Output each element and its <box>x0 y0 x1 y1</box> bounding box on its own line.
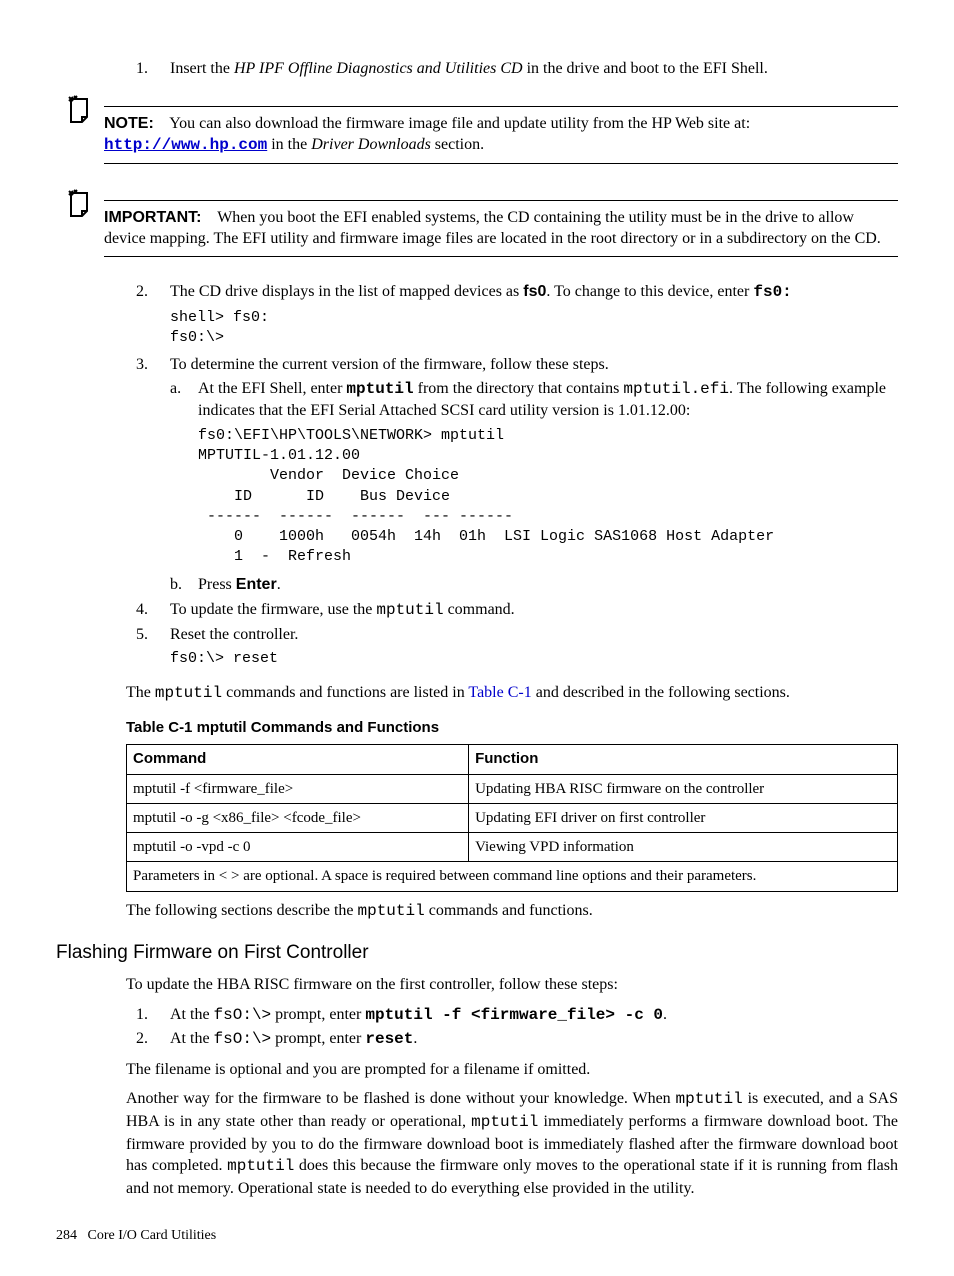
substep-number: b. <box>170 574 198 596</box>
text: fsO:\> <box>214 1030 272 1048</box>
text: mptutil <box>358 902 425 920</box>
text: At the <box>170 1030 214 1047</box>
text: At the EFI Shell, enter <box>198 380 346 397</box>
text: When you boot the EFI enabled systems, t… <box>104 209 881 248</box>
text: mptutil <box>155 684 222 702</box>
text: commands and functions are listed in <box>222 684 468 701</box>
col-function: Function <box>469 745 898 774</box>
step-number: 4. <box>126 599 170 622</box>
text: from the directory that contains <box>414 380 624 397</box>
text: prompt, enter <box>271 1030 365 1047</box>
text: Enter <box>236 576 277 593</box>
note-label: NOTE: <box>104 115 154 132</box>
footer-title: Core I/O Card Utilities <box>88 1228 217 1243</box>
code-block: fs0:\> reset <box>170 649 898 669</box>
substep-number: a. <box>170 378 198 572</box>
after-steps-para: The mptutil commands and functions are l… <box>126 682 898 705</box>
col-command: Command <box>127 745 469 774</box>
commands-table: Command Function mptutil -f <firmware_fi… <box>126 744 898 891</box>
text: fsO:\> <box>214 1006 272 1024</box>
section-heading: Flashing Firmware on First Controller <box>56 940 898 966</box>
table-xref[interactable]: Table C-1 <box>468 684 531 701</box>
text: . <box>663 1006 667 1023</box>
text: Another way for the firmware to be flash… <box>126 1090 676 1107</box>
text: fs0 <box>523 283 546 300</box>
text: You can also download the firmware image… <box>169 115 750 132</box>
step-number: 2. <box>126 1028 170 1051</box>
step-2-body: The CD drive displays in the list of map… <box>170 281 898 352</box>
text: The <box>126 684 155 701</box>
after-table-para: The following sections describe the mptu… <box>126 900 898 923</box>
text: fs0: <box>753 283 791 301</box>
text: . <box>413 1030 417 1047</box>
important-icon <box>65 188 95 218</box>
code-block: fs0:\EFI\HP\TOOLS\NETWORK> mptutil MPTUT… <box>198 426 898 568</box>
code-block: shell> fs0: fs0:\> <box>170 308 898 349</box>
cell: mptutil -o -g <x86_file> <fcode_file> <box>127 803 469 832</box>
section-p2: Another way for the firmware to be flash… <box>126 1088 898 1199</box>
cell: mptutil -f <firmware_file> <box>127 774 469 803</box>
text: mptutil -f <firmware_file> -c 0 <box>365 1006 663 1024</box>
table-header-row: Command Function <box>127 745 898 774</box>
text: The following sections describe the <box>126 902 358 919</box>
text: in the <box>267 136 311 153</box>
step-5: Reset the controller. fs0:\> reset <box>170 624 898 674</box>
text: and described in the following sections. <box>532 684 790 701</box>
text: At the <box>170 1006 214 1023</box>
cell: Updating EFI driver on first controller <box>469 803 898 832</box>
flash-step-2: At the fsO:\> prompt, enter reset. <box>170 1028 898 1051</box>
text: Press <box>198 576 236 593</box>
text: mptutil <box>346 380 413 398</box>
text: command. <box>444 601 515 618</box>
step-1-text: Insert the HP IPF Offline Diagnostics an… <box>170 58 898 80</box>
text: prompt, enter <box>271 1006 365 1023</box>
text: section. <box>431 136 484 153</box>
text: The CD drive displays in the list of map… <box>170 283 523 300</box>
text: Reset the controller. <box>170 624 898 646</box>
text: mptutil <box>471 1113 538 1131</box>
text: . To change to this device, enter <box>546 283 753 300</box>
text: in the drive and boot to the EFI Shell. <box>523 60 768 77</box>
substep-b: Press Enter. <box>198 574 898 596</box>
step-number: 1. <box>126 1004 170 1027</box>
step-3-text: To determine the current version of the … <box>170 354 898 376</box>
text: mptutil <box>227 1157 294 1175</box>
text: commands and functions. <box>425 902 593 919</box>
table-row: mptutil -f <firmware_file> Updating HBA … <box>127 774 898 803</box>
note-icon <box>65 94 95 124</box>
step-number: 5. <box>126 624 170 674</box>
cd-title: HP IPF Offline Diagnostics and Utilities… <box>234 60 523 77</box>
important-callout: IMPORTANT: When you boot the EFI enabled… <box>56 186 898 271</box>
step-number: 2. <box>126 281 170 352</box>
section-intro: To update the HBA RISC firmware on the f… <box>126 974 898 996</box>
step-4: To update the firmware, use the mptutil … <box>170 599 898 622</box>
text: . <box>277 576 281 593</box>
note-callout: NOTE: You can also download the firmware… <box>56 92 898 178</box>
hp-link[interactable]: http://www.hp.com <box>104 136 267 154</box>
text: mptutil <box>376 601 443 619</box>
text: mptutil <box>676 1090 743 1108</box>
flash-step-1: At the fsO:\> prompt, enter mptutil -f <… <box>170 1004 898 1027</box>
text: mptutil.efi <box>623 380 729 398</box>
text: Insert the <box>170 60 234 77</box>
cell: Parameters in < > are optional. A space … <box>127 862 898 891</box>
page-footer: 284 Core I/O Card Utilities <box>56 1227 898 1246</box>
text: To update the firmware, use the <box>170 601 376 618</box>
cell: mptutil -o -vpd -c 0 <box>127 833 469 862</box>
page-number: 284 <box>56 1228 77 1243</box>
table-note-row: Parameters in < > are optional. A space … <box>127 862 898 891</box>
cell: Updating HBA RISC firmware on the contro… <box>469 774 898 803</box>
text: reset <box>365 1030 413 1048</box>
substep-a: At the EFI Shell, enter mptutil from the… <box>198 378 898 572</box>
table-row: mptutil -o -g <x86_file> <fcode_file> Up… <box>127 803 898 832</box>
table-row: mptutil -o -vpd -c 0 Viewing VPD informa… <box>127 833 898 862</box>
table-caption: Table C-1 mptutil Commands and Functions <box>126 718 898 738</box>
step-number: 3. <box>126 354 170 597</box>
text: Driver Downloads <box>311 136 431 153</box>
cell: Viewing VPD information <box>469 833 898 862</box>
section-p1: The filename is optional and you are pro… <box>126 1059 898 1081</box>
important-label: IMPORTANT: <box>104 209 201 226</box>
step-number: 1. <box>126 58 170 80</box>
